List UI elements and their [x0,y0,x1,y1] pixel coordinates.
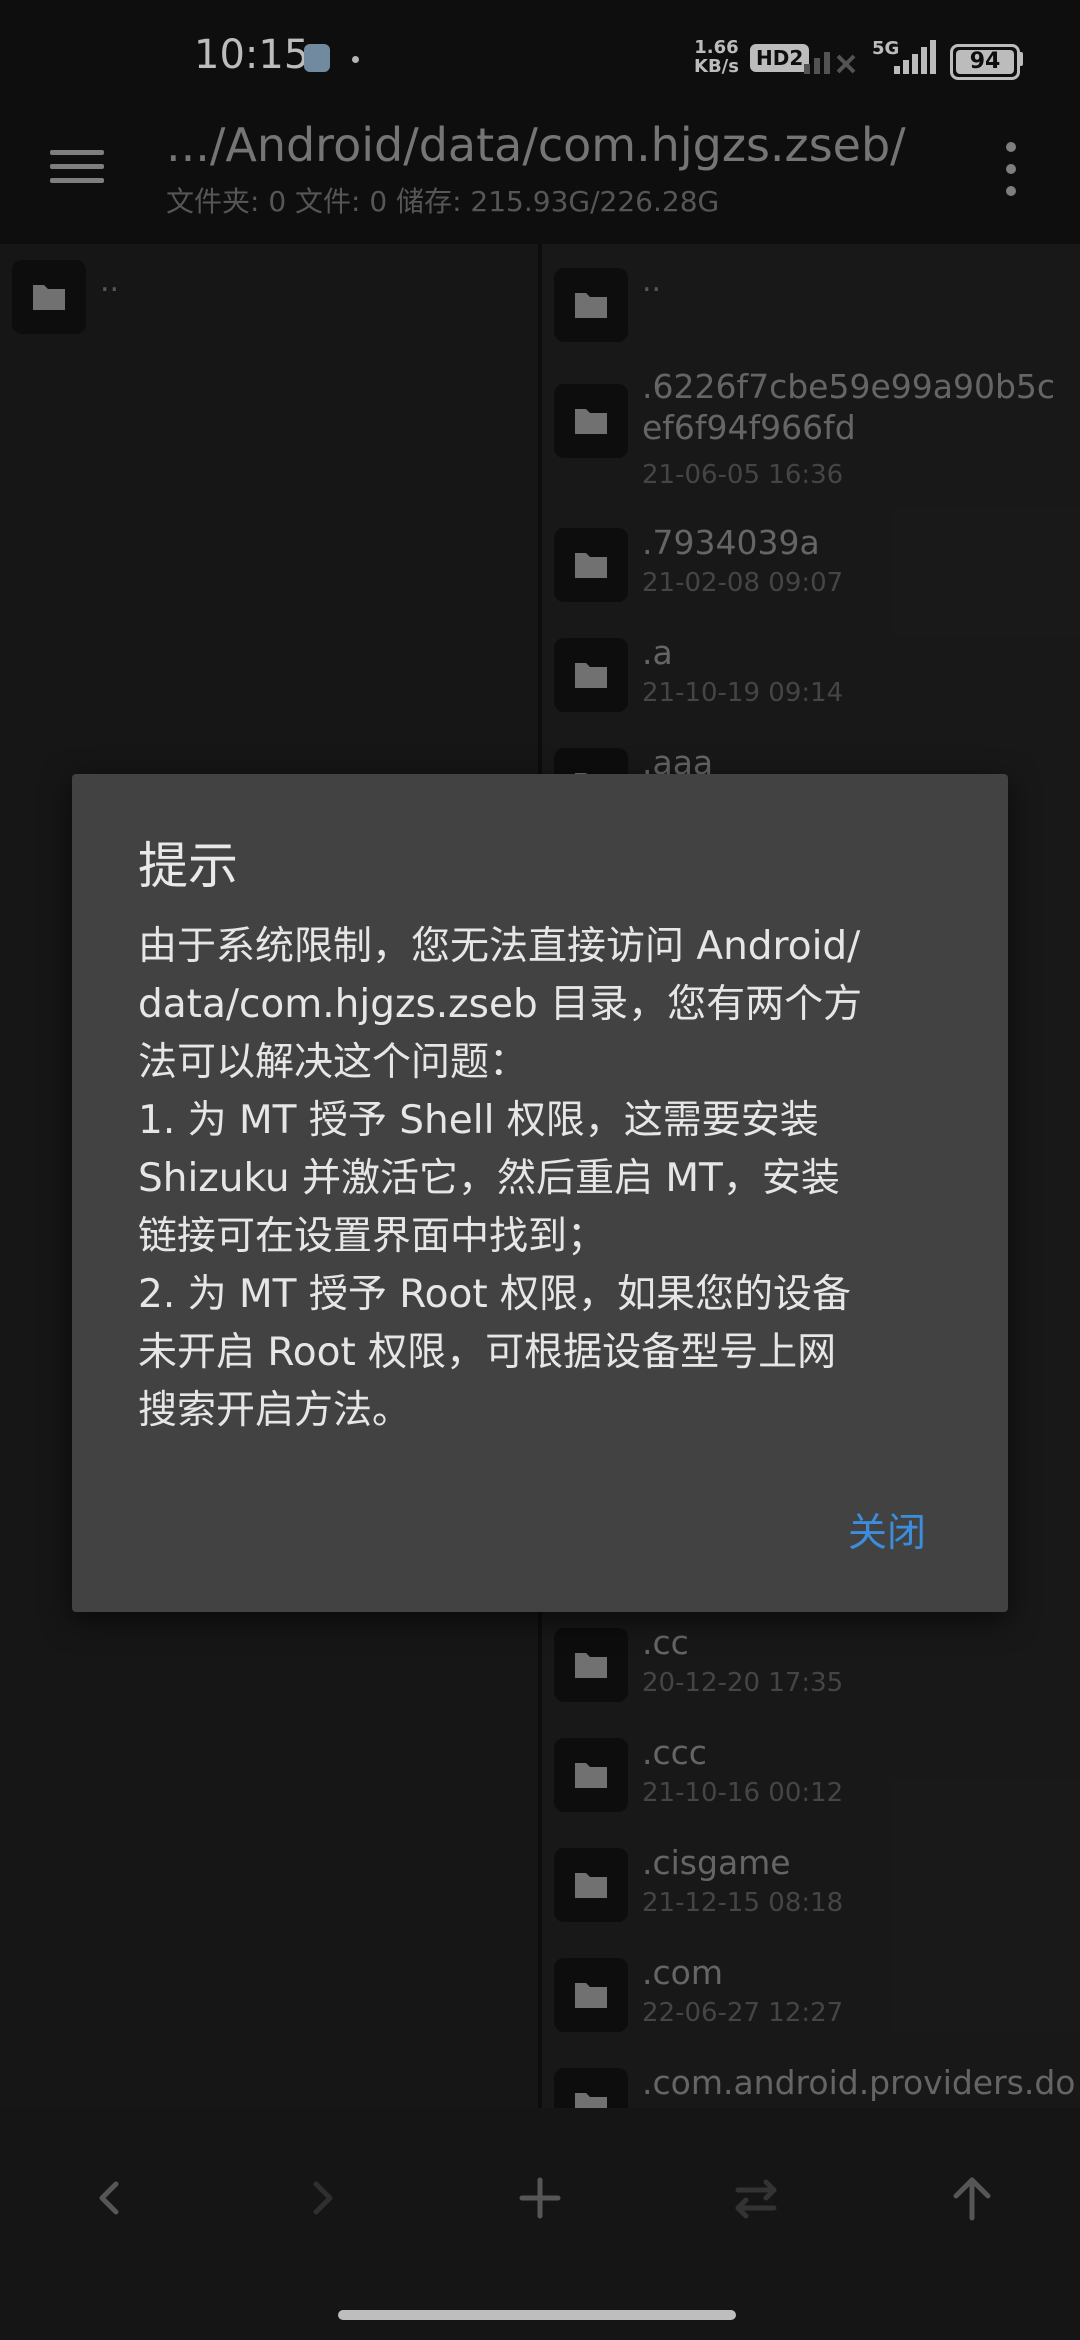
alert-dialog: 提示 由于系统限制，您无法直接访问 Android/ data/com.hjgz… [72,774,1008,1612]
dialog-title: 提示 [138,837,238,895]
dialog-message: 由于系统限制，您无法直接访问 Android/ data/com.hjgzs.z… [138,924,863,1433]
close-button[interactable]: 关闭 [848,1502,926,1558]
